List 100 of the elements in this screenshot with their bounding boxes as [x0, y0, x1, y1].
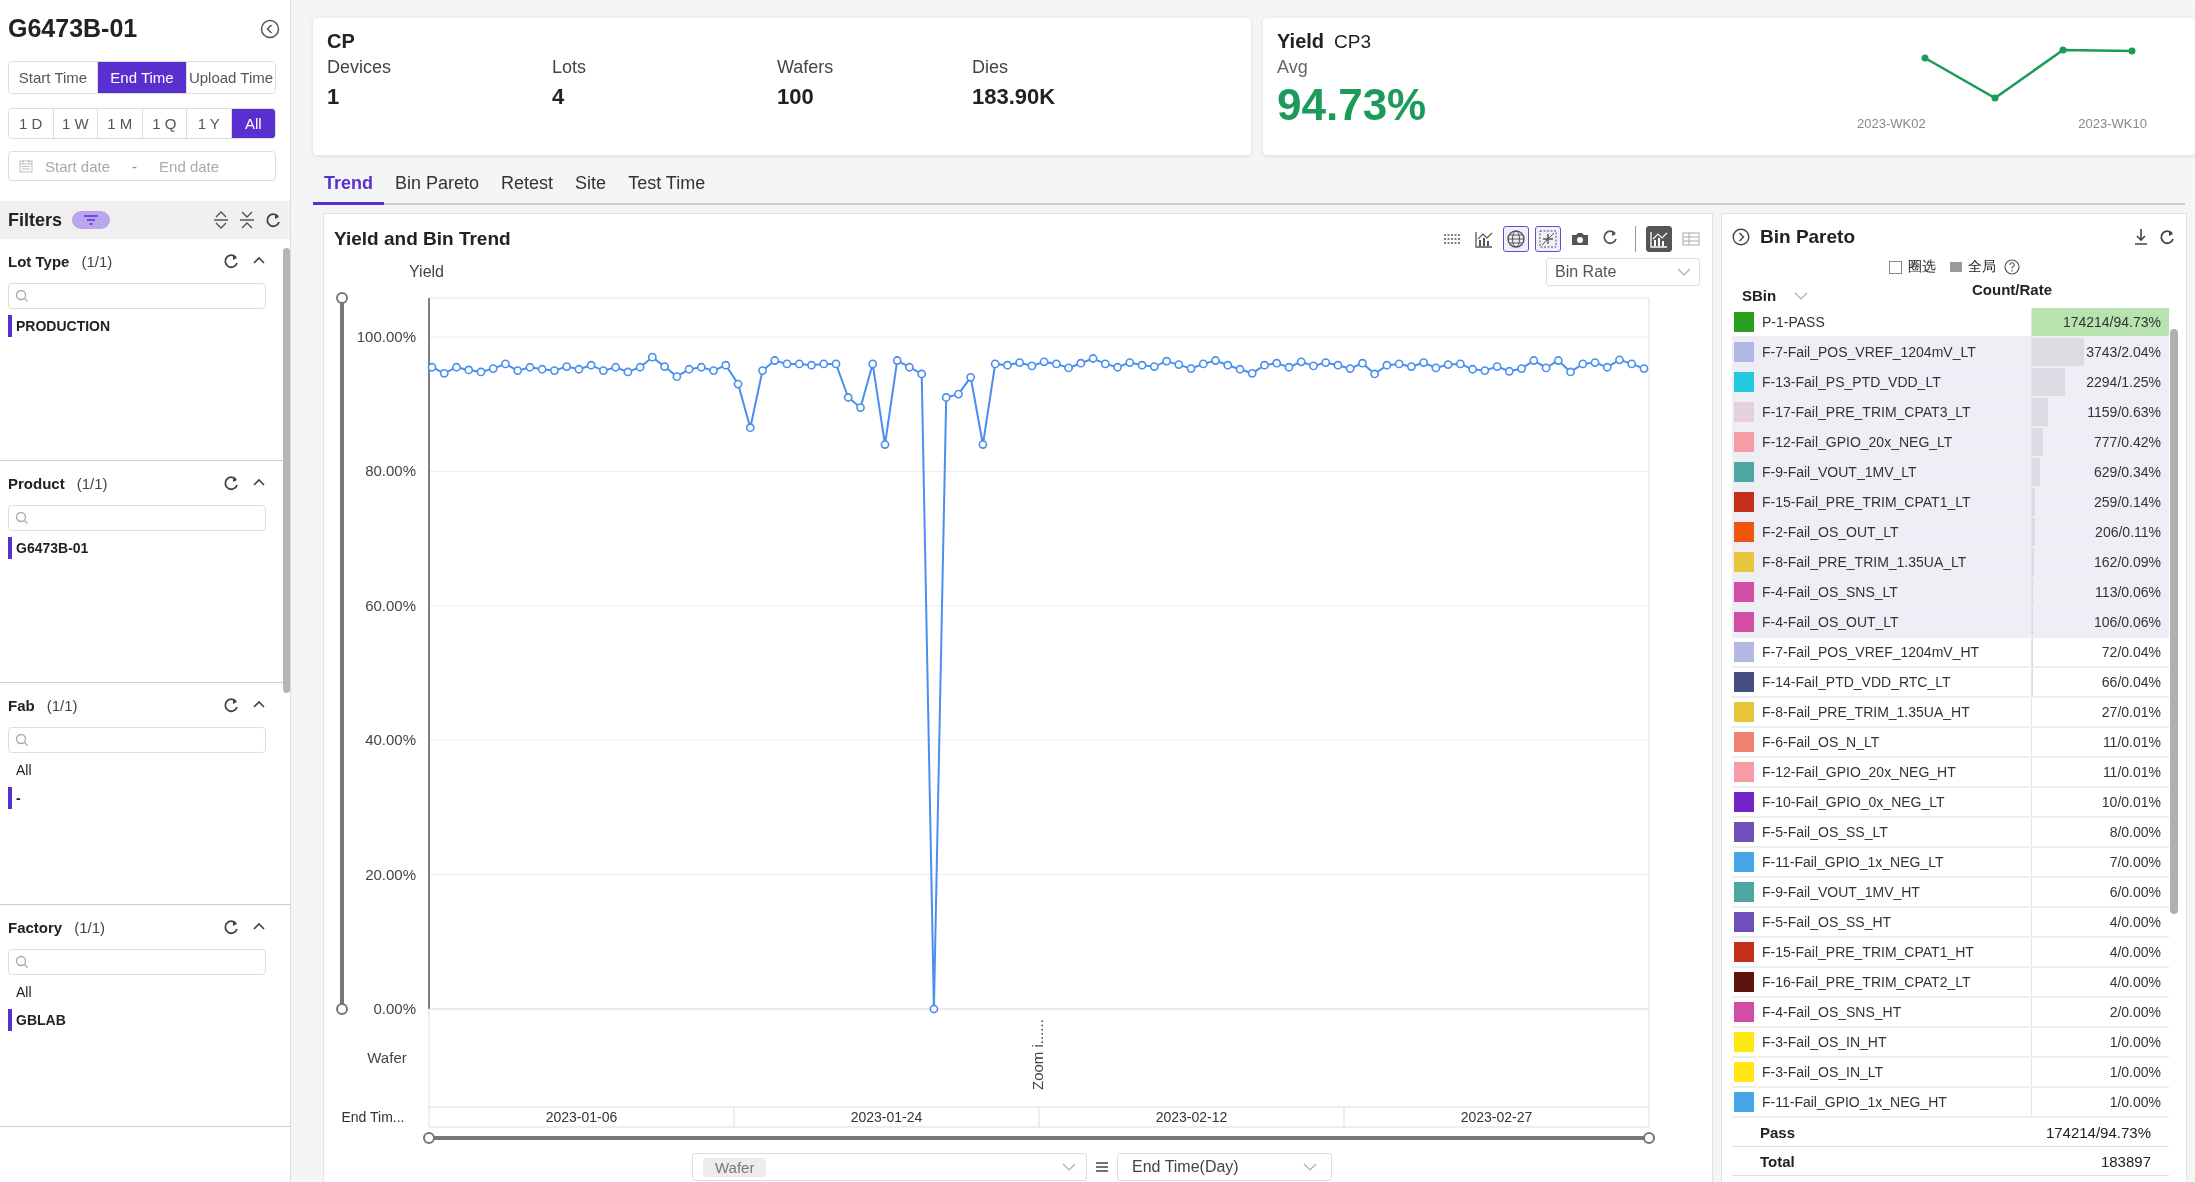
tab[interactable]: Test Time: [617, 167, 717, 205]
search-field[interactable]: [8, 949, 266, 975]
table-row[interactable]: F-16-Fail_PRE_TRIM_CPAT2_LT 4/0.00%: [1732, 968, 2169, 998]
refresh-icon[interactable]: [223, 696, 240, 714]
data-point: [1517, 364, 1526, 373]
table-row[interactable]: F-12-Fail_GPIO_20x_NEG_HT 11/0.01%: [1732, 758, 2169, 788]
bin-name: F-7-Fail_POS_VREF_1204mV_LT: [1762, 344, 1977, 360]
data-point: [1015, 358, 1025, 367]
toolbar-button[interactable]: [1646, 226, 1672, 252]
table-row[interactable]: F-13-Fail_PS_PTD_VDD_LT 2294/1.25%: [1732, 368, 2169, 398]
table-row[interactable]: F-7-Fail_POS_VREF_1204mV_HT 72/0.04%: [1732, 638, 2169, 668]
filter-option[interactable]: G6473B-01: [8, 537, 266, 559]
table-row[interactable]: F-14-Fail_PTD_VDD_RTC_LT 66/0.04%: [1732, 668, 2169, 698]
data-point: [562, 362, 572, 371]
table-row[interactable]: F-6-Fail_OS_N_LT 11/0.01%: [1732, 728, 2169, 758]
data-point: [966, 372, 976, 382]
table-row[interactable]: F-4-Fail_OS_OUT_LT 106/0.06%: [1732, 608, 2169, 638]
toolbar-button[interactable]: [1535, 226, 1561, 252]
refresh-icon[interactable]: [2159, 228, 2176, 246]
scrollbar-thumb[interactable]: [283, 248, 290, 693]
expand-icon[interactable]: [213, 210, 229, 230]
tab[interactable]: Trend: [313, 167, 384, 205]
table-row[interactable]: F-8-Fail_PRE_TRIM_1.35UA_HT 27/0.01%: [1732, 698, 2169, 728]
table-row[interactable]: F-4-Fail_OS_SNS_LT 113/0.06%: [1732, 578, 2169, 608]
filter-badge[interactable]: [72, 211, 111, 229]
bin-name: F-8-Fail_PRE_TRIM_1.35UA_LT: [1762, 554, 1968, 570]
bin-name: F-4-Fail_OS_SNS_LT: [1762, 584, 1899, 600]
data-point: [586, 360, 596, 370]
bin-name: F-11-Fail_GPIO_1x_NEG_LT: [1762, 854, 1945, 870]
refresh-icon[interactable]: [265, 211, 282, 229]
search-field[interactable]: [8, 727, 266, 753]
data-point: [733, 379, 743, 389]
table-row[interactable]: F-4-Fail_OS_SNS_HT 2/0.00%: [1732, 998, 2169, 1028]
toolbar-button[interactable]: [1503, 226, 1529, 252]
table-row[interactable]: F-17-Fail_PRE_TRIM_CPAT3_LT 1159/0.63%: [1732, 398, 2169, 428]
collapse-icon[interactable]: [260, 18, 280, 39]
legend-label: 全局: [1967, 258, 1996, 276]
table-row[interactable]: F-10-Fail_GPIO_0x_NEG_LT 10/0.01%: [1732, 788, 2169, 818]
download-icon[interactable]: [2133, 228, 2149, 246]
bin-name: F-8-Fail_PRE_TRIM_1.35UA_HT: [1762, 704, 1971, 720]
filter-option[interactable]: All: [8, 981, 266, 1003]
table-row[interactable]: F-11-Fail_GPIO_1x_NEG_LT 7/0.00%: [1732, 848, 2169, 878]
axis-title: Yield: [409, 263, 444, 281]
segment-button[interactable]: 1 D: [9, 109, 54, 138]
table-row[interactable]: F-2-Fail_OS_OUT_LT 206/0.11%: [1732, 518, 2169, 548]
range-slider[interactable]: [336, 292, 348, 1015]
table-row[interactable]: F-15-Fail_PRE_TRIM_CPAT1_HT 4/0.00%: [1732, 938, 2169, 968]
data-point: [599, 366, 608, 375]
table-row[interactable]: F-5-Fail_OS_SS_HT 4/0.00%: [1732, 908, 2169, 938]
search-field[interactable]: [8, 283, 266, 309]
filter-title: Factory: [8, 918, 63, 936]
scrollbar-thumb[interactable]: [2170, 329, 2178, 914]
time-group-dropdown[interactable]: End Time(Day): [1117, 1153, 1332, 1181]
table-row[interactable]: F-7-Fail_POS_VREF_1204mV_LT 3743/2.04%: [1732, 338, 2169, 368]
refresh-icon[interactable]: [223, 474, 240, 492]
menu-icon[interactable]: [1095, 1160, 1109, 1174]
data-point: [525, 362, 535, 372]
data-point: [1480, 366, 1490, 375]
filter-option[interactable]: PRODUCTION: [8, 315, 266, 337]
segment-button[interactable]: End Time: [98, 62, 187, 93]
tab[interactable]: Retest: [490, 167, 565, 205]
refresh-icon[interactable]: [223, 918, 240, 936]
table-row[interactable]: F-11-Fail_GPIO_1x_NEG_HT 1/0.00%: [1732, 1088, 2169, 1118]
expand-icon[interactable]: [1732, 228, 1750, 246]
summary-label: Pass: [1760, 1123, 1796, 1141]
data-point: [1468, 364, 1477, 374]
table-row[interactable]: F-3-Fail_OS_IN_LT 1/0.00%: [1732, 1058, 2169, 1088]
data-point: [623, 367, 633, 377]
table-row[interactable]: F-5-Fail_OS_SS_LT 8/0.00%: [1732, 818, 2169, 848]
filter-option[interactable]: -: [8, 787, 266, 809]
search-field[interactable]: [8, 505, 266, 531]
tab[interactable]: Site: [564, 167, 618, 205]
data-point: [464, 365, 474, 375]
group-by-dropdown[interactable]: Wafer: [692, 1153, 1087, 1181]
chevron-down-icon: [1303, 1161, 1317, 1173]
date-range-field[interactable]: Start date - End date: [8, 151, 276, 181]
help-icon[interactable]: [2003, 259, 2020, 275]
table-row[interactable]: F-12-Fail_GPIO_20x_NEG_LT 777/0.42%: [1732, 428, 2169, 458]
filter-count: (1/1): [74, 918, 106, 936]
table-row[interactable]: F-3-Fail_OS_IN_HT 1/0.00%: [1732, 1028, 2169, 1058]
bin-name: F-5-Fail_OS_SS_HT: [1762, 914, 1893, 930]
stat-label: Lots: [552, 57, 588, 78]
checkbox[interactable]: [1888, 260, 1902, 274]
count-rate: 174214/94.73%: [2062, 314, 2161, 330]
segment-button[interactable]: All: [231, 109, 275, 138]
segment-button[interactable]: Start Time: [9, 62, 98, 93]
collapse-all-icon[interactable]: [239, 210, 255, 230]
tab[interactable]: Bin Pareto: [384, 167, 491, 205]
metric-dropdown[interactable]: Bin Rate: [1546, 258, 1700, 286]
table-row[interactable]: F-15-Fail_PRE_TRIM_CPAT1_LT 259/0.14%: [1732, 488, 2169, 518]
bin-name: F-15-Fail_PRE_TRIM_CPAT1_LT: [1762, 494, 1972, 510]
refresh-icon[interactable]: [223, 252, 240, 270]
filter-option[interactable]: GBLAB: [8, 1009, 266, 1031]
table-row[interactable]: F-9-Fail_VOUT_1MV_LT 629/0.34%: [1732, 458, 2169, 488]
filter-option[interactable]: All: [8, 759, 266, 781]
data-point: [476, 367, 486, 377]
range-slider[interactable]: [423, 1132, 1655, 1144]
table-row[interactable]: F-9-Fail_VOUT_1MV_HT 6/0.00%: [1732, 878, 2169, 908]
table-row[interactable]: F-8-Fail_PRE_TRIM_1.35UA_LT 162/0.09%: [1732, 548, 2169, 578]
segment-button[interactable]: Upload Time: [187, 62, 275, 93]
